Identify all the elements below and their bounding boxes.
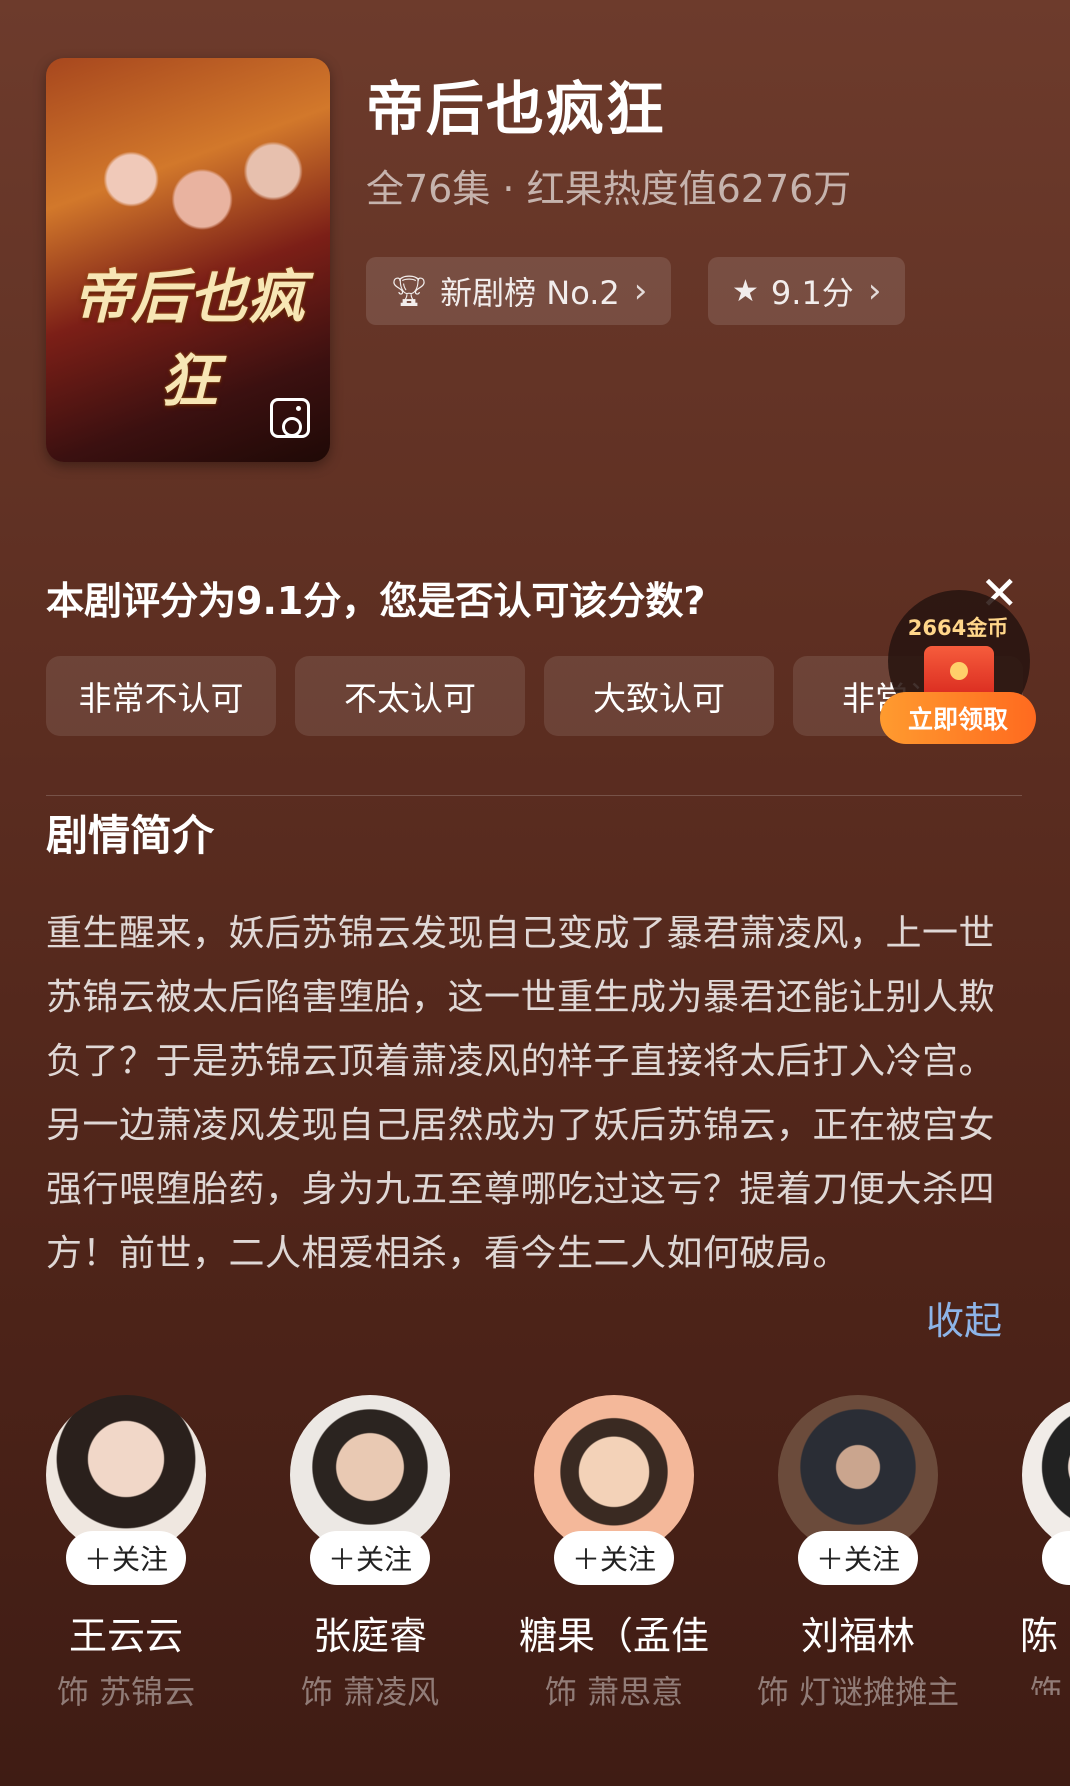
cast-member[interactable]: ＋ 陈 饰 [976, 1395, 1070, 1695]
cast-role: 饰 苏锦云 [56, 1673, 196, 1711]
cast-name: 王云云 [68, 1614, 183, 1658]
gallery-icon[interactable] [270, 398, 310, 438]
reward-coins: 2664金币 [907, 616, 1009, 640]
follow-button[interactable]: ＋关注 [798, 1531, 918, 1585]
synopsis-text: 重生醒来，妖后苏锦云发现自己变成了暴君萧凌风，上一世苏锦云被太后陷害堕胎，这一世… [46, 913, 996, 1274]
rating-option-strongly-disagree[interactable]: 非常不认可 [46, 656, 276, 736]
reward-widget[interactable]: 2664金币 立即领取 [878, 590, 1038, 750]
rank-badge[interactable]: 🏆︎ 新剧榜 No.2 › [366, 257, 672, 325]
divider [46, 795, 1022, 796]
poster-title: 帝后也疯狂 [72, 263, 305, 415]
cast-name: 糖果（孟佳 [518, 1614, 709, 1658]
cast-role: 饰 [1030, 1673, 1063, 1695]
trophy-icon: 🏆︎ [390, 273, 429, 309]
score-badge[interactable]: ★ 9.1分 › [708, 257, 906, 325]
cast-list: ＋关注 王云云 饰 苏锦云 ＋关注 张庭睿 饰 萧凌风 ＋关注 糖果（孟佳 饰 … [0, 1395, 1070, 1711]
follow-button[interactable]: ＋关注 [554, 1531, 674, 1585]
follow-button[interactable]: ＋关注 [310, 1531, 430, 1585]
drama-meta: 全76集 · 红果热度值6276万 [366, 167, 852, 211]
synopsis-heading: 剧情简介 [46, 811, 215, 860]
follow-button[interactable]: ＋ [1042, 1531, 1070, 1585]
chevron-right-icon: › [633, 271, 648, 311]
cast-name: 张庭睿 [312, 1614, 427, 1658]
cast-name: 刘福林 [800, 1614, 915, 1658]
chevron-right-icon: › [867, 271, 882, 311]
poster-image[interactable]: 帝后也疯狂 [46, 58, 330, 462]
drama-title: 帝后也疯狂 [366, 75, 667, 143]
collapse-link[interactable]: 收起 [926, 1290, 1002, 1345]
cast-role: 饰 萧凌风 [300, 1673, 440, 1711]
cast-role: 饰 萧思意 [544, 1673, 684, 1711]
rating-option-disagree[interactable]: 不太认可 [295, 656, 525, 736]
rating-option-agree[interactable]: 大致认可 [544, 656, 774, 736]
rank-label: 新剧榜 No.2 [440, 274, 620, 312]
claim-reward-button[interactable]: 立即领取 [880, 692, 1036, 744]
star-icon: ★ [732, 273, 759, 309]
cast-role: 饰 灯谜摊摊主 [756, 1673, 960, 1711]
follow-button[interactable]: ＋关注 [66, 1531, 186, 1585]
rating-question: 本剧评分为9.1分，您是否认可该分数? [46, 579, 706, 623]
cast-name: 陈 [1020, 1614, 1059, 1658]
score-label: 9.1分 [770, 274, 854, 312]
